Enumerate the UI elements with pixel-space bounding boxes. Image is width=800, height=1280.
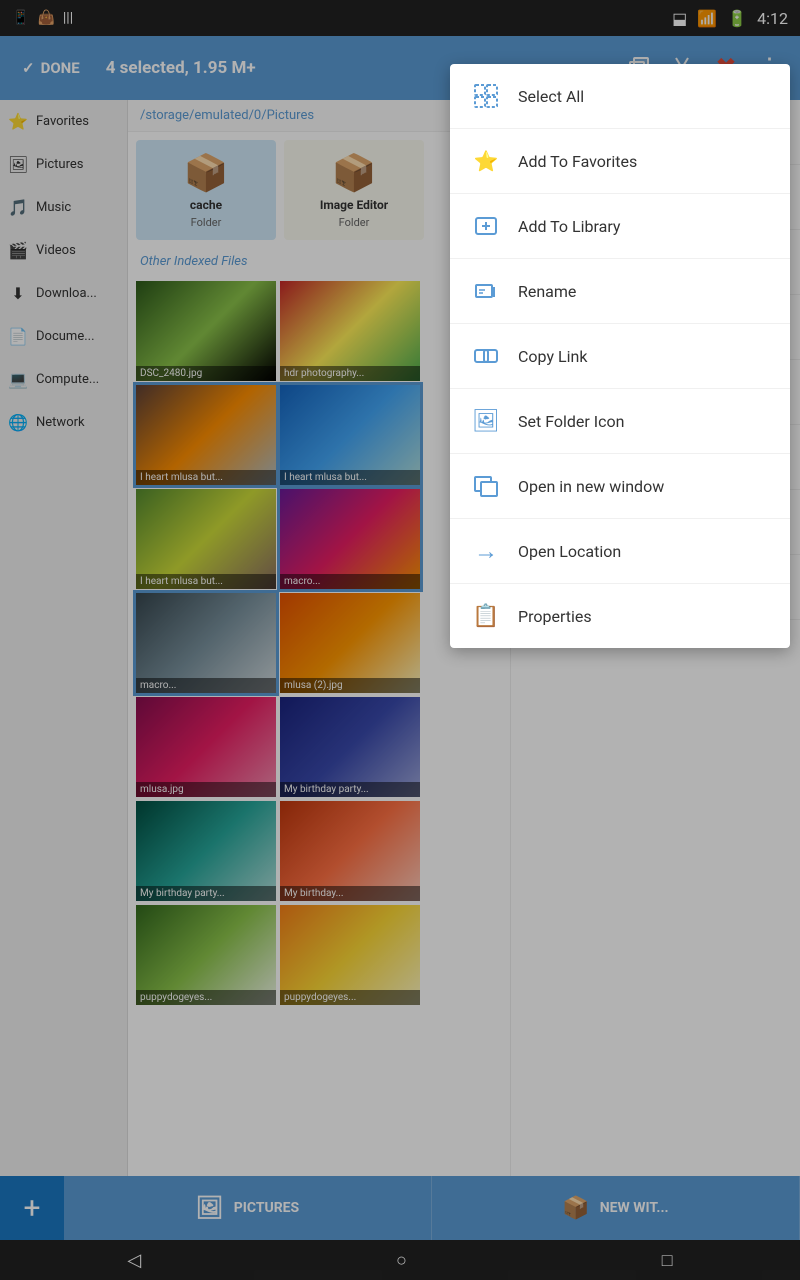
context-set-folder-icon[interactable]: 🖼 Set Folder Icon: [450, 389, 790, 454]
rename-icon: [470, 275, 502, 307]
context-copy-link[interactable]: Copy Link: [450, 324, 790, 389]
context-menu: Select All ⭐ Add To Favorites Add To Lib…: [450, 64, 790, 648]
context-add-library[interactable]: Add To Library: [450, 194, 790, 259]
context-label-set-folder-icon: Set Folder Icon: [518, 412, 624, 431]
context-label-open-new-window: Open in new window: [518, 477, 664, 496]
context-label-add-favorites: Add To Favorites: [518, 152, 637, 171]
properties-icon: 📋: [470, 600, 502, 632]
context-label-select-all: Select All: [518, 87, 584, 106]
context-open-location[interactable]: → Open Location: [450, 519, 790, 584]
context-rename[interactable]: Rename: [450, 259, 790, 324]
context-label-copy-link: Copy Link: [518, 347, 587, 366]
context-add-favorites[interactable]: ⭐ Add To Favorites: [450, 129, 790, 194]
open-new-window-icon: [470, 470, 502, 502]
select-all-icon: [470, 80, 502, 112]
context-open-new-window[interactable]: Open in new window: [450, 454, 790, 519]
copy-link-icon: [470, 340, 502, 372]
context-select-all[interactable]: Select All: [450, 64, 790, 129]
set-folder-icon-icon: 🖼: [470, 405, 502, 437]
open-location-icon: →: [470, 535, 502, 567]
context-label-open-location: Open Location: [518, 542, 621, 561]
add-library-icon: [470, 210, 502, 242]
add-favorites-icon: ⭐: [470, 145, 502, 177]
context-label-properties: Properties: [518, 607, 592, 626]
context-overlay[interactable]: Select All ⭐ Add To Favorites Add To Lib…: [0, 0, 800, 1280]
context-label-rename: Rename: [518, 282, 576, 301]
context-properties[interactable]: 📋 Properties: [450, 584, 790, 648]
context-label-add-library: Add To Library: [518, 217, 620, 236]
